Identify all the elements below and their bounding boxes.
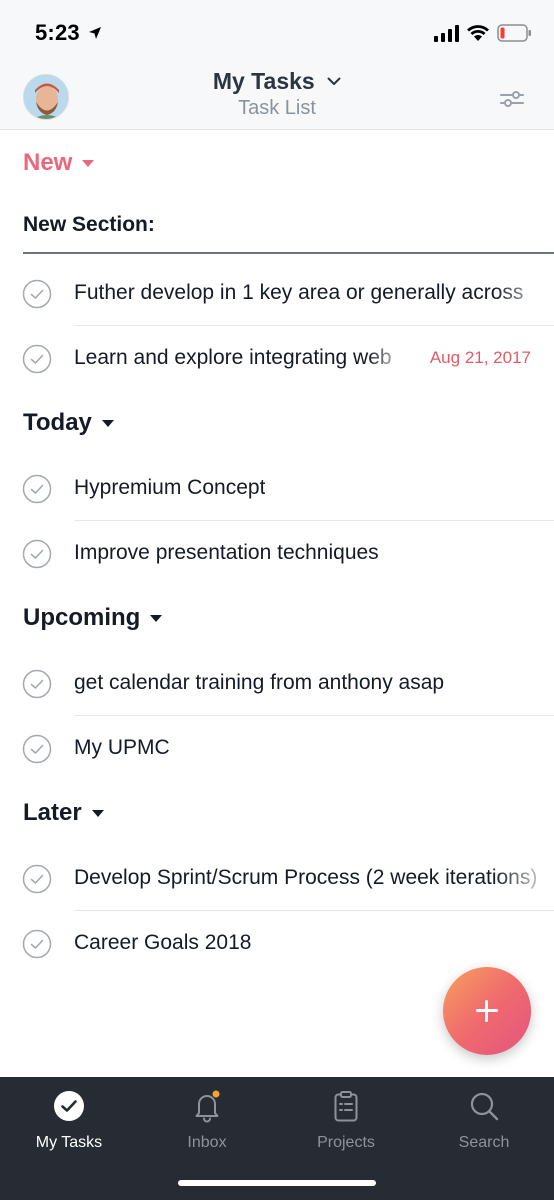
- clipboard-icon: [334, 1091, 358, 1122]
- task-name[interactable]: Futher develop in 1 key area or generall…: [74, 281, 554, 305]
- header-title-group[interactable]: My Tasks Task List: [0, 68, 554, 120]
- checkmark-circle-icon[interactable]: [22, 864, 52, 894]
- caret-down-icon: [150, 614, 163, 622]
- task-name[interactable]: Learn and explore integrating web: [74, 346, 408, 370]
- task-name[interactable]: get calendar training from anthony asap: [74, 671, 444, 695]
- status-time: 5:23: [35, 20, 80, 45]
- task-name[interactable]: Career Goals 2018: [74, 931, 251, 955]
- task-row[interactable]: Hypremium Concept: [0, 456, 554, 521]
- checkmark-circle-icon[interactable]: [22, 539, 52, 569]
- checkmark-circle-icon[interactable]: [22, 669, 52, 699]
- caret-down-icon: [101, 419, 114, 427]
- task-row[interactable]: get calendar training from anthony asap: [0, 651, 554, 716]
- top-bar: 5:23 My Tasks Task List: [0, 0, 554, 130]
- section-label-later: Later: [23, 799, 82, 826]
- section-label-new: New: [23, 149, 73, 176]
- page-title[interactable]: My Tasks: [213, 68, 315, 95]
- task-name[interactable]: Develop Sprint/Scrum Process (2 week ite…: [74, 866, 554, 890]
- nav-projects[interactable]: Projects: [277, 1089, 415, 1152]
- checkmark-circle-icon[interactable]: [22, 474, 52, 504]
- nav-search[interactable]: Search: [415, 1089, 553, 1152]
- bell-icon: [195, 1090, 220, 1123]
- checkmark-circle-icon[interactable]: [22, 344, 52, 374]
- add-task-button[interactable]: [443, 967, 531, 1055]
- section-label-upcoming: Upcoming: [23, 604, 141, 631]
- nav-my-tasks[interactable]: My Tasks: [0, 1089, 138, 1152]
- section-header-new[interactable]: New: [23, 149, 95, 177]
- section-header-upcoming[interactable]: Upcoming: [23, 604, 163, 632]
- nav-inbox[interactable]: Inbox: [138, 1089, 276, 1152]
- checkmark-circle-icon[interactable]: [22, 279, 52, 309]
- chevron-down-icon[interactable]: [327, 77, 341, 86]
- page-subtitle: Task List: [238, 97, 316, 119]
- task-row[interactable]: Improve presentation techniques: [0, 521, 554, 586]
- search-icon: [470, 1092, 499, 1121]
- text-fade: [494, 846, 554, 911]
- nav-label: Inbox: [187, 1134, 227, 1151]
- task-row[interactable]: Futher develop in 1 key area or generall…: [0, 261, 554, 326]
- section-header-later[interactable]: Later: [23, 799, 104, 827]
- section-divider: [23, 252, 554, 254]
- text-fade: [368, 326, 408, 391]
- battery-low-icon: [497, 24, 531, 42]
- plus-icon-vertical: [485, 1000, 488, 1022]
- task-row[interactable]: My UPMC: [0, 716, 554, 781]
- location-arrow-icon: [89, 27, 101, 39]
- section-header-today[interactable]: Today: [23, 409, 114, 437]
- task-name[interactable]: My UPMC: [74, 736, 170, 760]
- task-row[interactable]: Career Goals 2018: [0, 911, 554, 976]
- task-due-date[interactable]: Aug 21, 2017: [430, 348, 531, 368]
- task-name[interactable]: Improve presentation techniques: [74, 541, 379, 565]
- check-circle-filled-icon: [54, 1091, 84, 1121]
- new-section-title[interactable]: New Section:: [23, 213, 155, 237]
- checkmark-circle-icon[interactable]: [22, 734, 52, 764]
- text-fade: [494, 261, 554, 326]
- filter-sliders-icon[interactable]: [499, 88, 525, 110]
- caret-down-icon: [82, 159, 95, 167]
- section-label-today: Today: [23, 409, 92, 436]
- task-row[interactable]: Develop Sprint/Scrum Process (2 week ite…: [0, 846, 554, 911]
- task-row[interactable]: Learn and explore integrating web Aug 21…: [0, 326, 554, 391]
- cellular-signal-icon: [434, 25, 459, 42]
- nav-label: My Tasks: [35, 1134, 103, 1151]
- nav-label: Projects: [317, 1134, 375, 1151]
- task-name[interactable]: Hypremium Concept: [74, 476, 265, 500]
- caret-down-icon: [91, 809, 104, 817]
- wifi-icon: [467, 25, 489, 41]
- nav-label: Search: [458, 1134, 510, 1151]
- home-indicator: [178, 1180, 376, 1186]
- checkmark-circle-icon[interactable]: [22, 929, 52, 959]
